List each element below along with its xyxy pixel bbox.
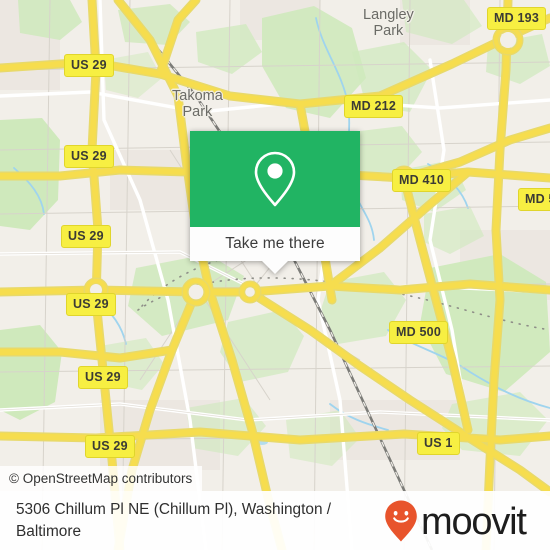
road-shield-md-500: MD 500	[518, 188, 550, 211]
road-shield-us-1: US 1	[417, 432, 460, 455]
road-shield-md-500: MD 500	[389, 321, 448, 344]
place-label-line1: Takoma	[172, 88, 223, 104]
moovit-map-screenshot: Langley Park Takoma Park US 29 US 29 US …	[0, 0, 550, 550]
footer-bar: 5306 Chillum Pl NE (Chillum Pl), Washing…	[0, 491, 550, 550]
road-shield-us-29: US 29	[78, 366, 128, 389]
road-shield-md-410: MD 410	[392, 169, 451, 192]
footer-address-text: 5306 Chillum Pl NE (Chillum Pl), Washing…	[16, 500, 332, 540]
road-shield-us-29: US 29	[85, 435, 135, 458]
road-shield-us-29: US 29	[66, 293, 116, 316]
moovit-pin-smiley-icon	[385, 500, 417, 541]
location-popup-card[interactable]: Take me there	[190, 131, 360, 274]
popup-pointer-tail	[262, 261, 288, 274]
place-label-line2: Park	[373, 22, 404, 39]
moovit-logo[interactable]: moovit	[384, 499, 527, 543]
map-pin-icon	[254, 151, 296, 207]
popup-cta-bar[interactable]: Take me there	[190, 227, 360, 261]
moovit-wordmark: moovit	[421, 500, 527, 543]
road-shield-us-29: US 29	[61, 225, 111, 248]
popup-icon-area	[190, 131, 360, 227]
road-shield-md-212: MD 212	[344, 95, 403, 118]
place-label-langley-park: Langley Park	[363, 7, 414, 40]
road-shield-us-29: US 29	[64, 54, 114, 77]
place-label-takoma-park: Takoma Park	[172, 88, 223, 121]
osm-attribution-text: © OpenStreetMap contributors	[9, 471, 193, 486]
road-shield-us-29: US 29	[64, 145, 114, 168]
take-me-there-label: Take me there	[225, 235, 325, 252]
place-label-line2: Park	[182, 103, 213, 120]
osm-attribution[interactable]: © OpenStreetMap contributors	[0, 466, 203, 491]
map-canvas[interactable]: Langley Park Takoma Park US 29 US 29 US …	[0, 0, 550, 550]
road-shield-md-193: MD 193	[487, 7, 546, 30]
place-label-line1: Langley	[363, 7, 414, 23]
